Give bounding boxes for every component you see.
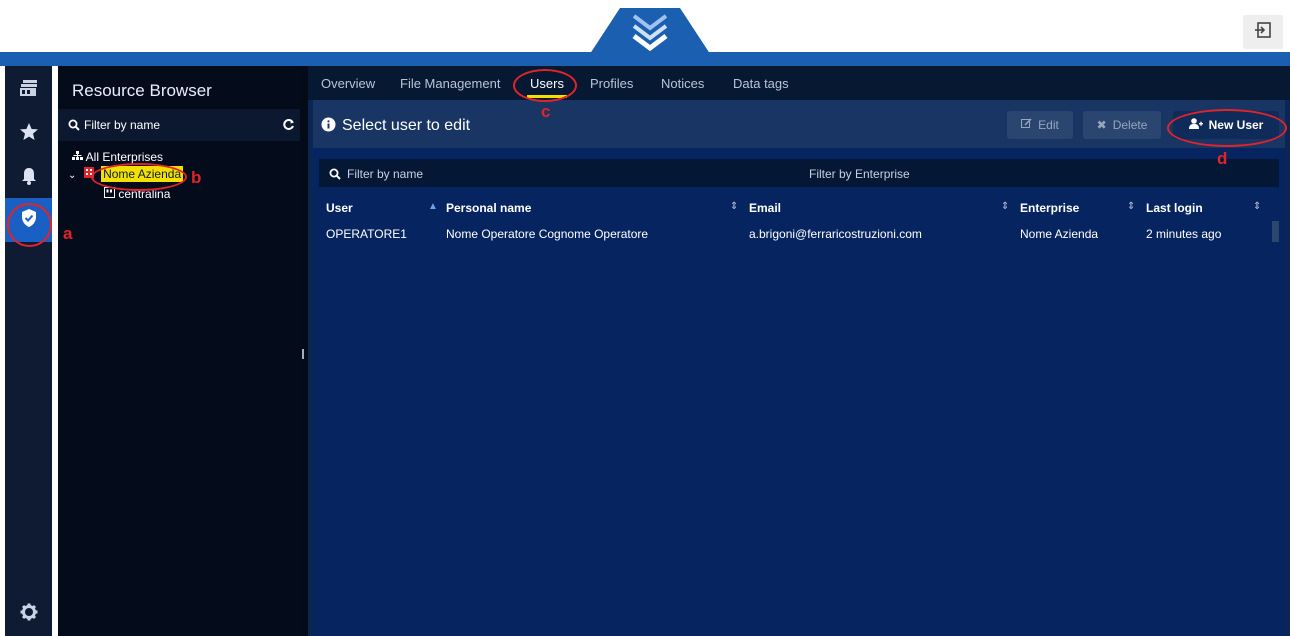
- sort-icon[interactable]: ⇕: [1001, 201, 1009, 212]
- panel-title: Select user to edit: [342, 117, 471, 134]
- tab-profiles[interactable]: Profiles: [590, 76, 633, 91]
- tabs-bar: Overview File Management Users Profiles …: [308, 66, 1290, 100]
- table-cell-last-login[interactable]: 2 minutes ago: [1146, 227, 1221, 241]
- table-cell-personal-name[interactable]: Nome Operatore Cognome Operatore: [446, 227, 648, 241]
- edit-label: Edit: [1038, 118, 1059, 132]
- annotation-letter-b: b: [191, 168, 202, 187]
- sort-icon[interactable]: ⇕: [730, 201, 738, 212]
- close-icon: ✖: [1096, 118, 1107, 132]
- col-header-user[interactable]: User: [326, 201, 353, 215]
- rail-notifications[interactable]: [5, 156, 52, 200]
- annotation-circle-a: [7, 203, 52, 247]
- panel-header: Select user to edit Edit ✖ Delete New Us…: [313, 100, 1285, 148]
- sitemap-icon: [72, 150, 86, 164]
- table-cell-enterprise[interactable]: Nome Azienda: [1020, 227, 1098, 241]
- delete-label: Delete: [1112, 118, 1148, 132]
- annotation-letter-a: a: [63, 224, 73, 243]
- col-header-personal-name[interactable]: Personal name: [446, 201, 531, 215]
- col-header-enterprise[interactable]: Enterprise: [1020, 201, 1079, 215]
- star-icon: [19, 122, 39, 147]
- table-cell-email[interactable]: a.brigoni@ferraricostruzioni.com: [749, 227, 922, 241]
- chevron-down-icon[interactable]: ⌄: [68, 170, 76, 181]
- search-icon: [329, 167, 341, 185]
- rail-settings[interactable]: [5, 592, 52, 636]
- col-header-last-login[interactable]: Last login: [1146, 201, 1203, 215]
- filter-name-input[interactable]: Filter by name: [347, 167, 423, 181]
- resource-filter-input[interactable]: Filter by name: [58, 109, 300, 141]
- info-icon: [321, 117, 336, 137]
- table-scrollbar[interactable]: [1272, 221, 1279, 242]
- table-cell-user[interactable]: OPERATORE1: [326, 227, 407, 241]
- tab-file-management[interactable]: File Management: [400, 76, 500, 91]
- resource-browser: Resource Browser Filter by name All Ente…: [58, 66, 300, 636]
- panel-splitter[interactable]: [300, 66, 308, 636]
- col-header-email[interactable]: Email: [749, 201, 781, 215]
- tab-notices[interactable]: Notices: [661, 76, 704, 91]
- delete-button[interactable]: ✖ Delete: [1083, 111, 1161, 139]
- rail-favorites[interactable]: [5, 112, 52, 156]
- resource-browser-title: Resource Browser: [72, 81, 212, 100]
- rail-dashboard[interactable]: [5, 68, 52, 112]
- tab-overview[interactable]: Overview: [321, 76, 375, 91]
- resource-filter-placeholder: Filter by name: [84, 118, 161, 132]
- annotation-circle-b: [91, 163, 187, 191]
- gear-icon: [20, 603, 38, 626]
- table-filter-row: Filter by name Filter by Enterprise: [319, 159, 1279, 187]
- annotation-circle-c: [513, 69, 577, 102]
- annotation-circle-d: [1167, 109, 1287, 147]
- edit-button[interactable]: Edit: [1007, 111, 1073, 139]
- edit-icon: [1021, 118, 1032, 132]
- icon-rail: [5, 66, 52, 636]
- dashboard-icon: [19, 79, 39, 102]
- refresh-icon[interactable]: [282, 118, 295, 136]
- sort-icon[interactable]: ⇕: [1127, 201, 1135, 212]
- logout-icon: [1254, 21, 1272, 44]
- filter-enterprise-input[interactable]: Filter by Enterprise: [809, 167, 910, 181]
- annotation-letter-d: d: [1217, 149, 1228, 168]
- annotation-letter-c: c: [541, 102, 551, 121]
- app-logo: [580, 6, 720, 66]
- search-icon: [68, 118, 80, 136]
- tree-item-all-enterprises[interactable]: All Enterprises: [72, 150, 163, 164]
- main-area: Overview File Management Users Profiles …: [308, 66, 1290, 636]
- tree-root-label: All Enterprises: [85, 150, 164, 164]
- splitter-handle[interactable]: [302, 349, 304, 359]
- tab-data-tags[interactable]: Data tags: [733, 76, 789, 91]
- sort-asc-icon[interactable]: ▲: [428, 201, 438, 212]
- bell-icon: [19, 166, 39, 191]
- logout-button[interactable]: [1243, 15, 1283, 49]
- users-panel: Select user to edit Edit ✖ Delete New Us…: [313, 100, 1285, 636]
- sort-icon[interactable]: ⇕: [1253, 201, 1261, 212]
